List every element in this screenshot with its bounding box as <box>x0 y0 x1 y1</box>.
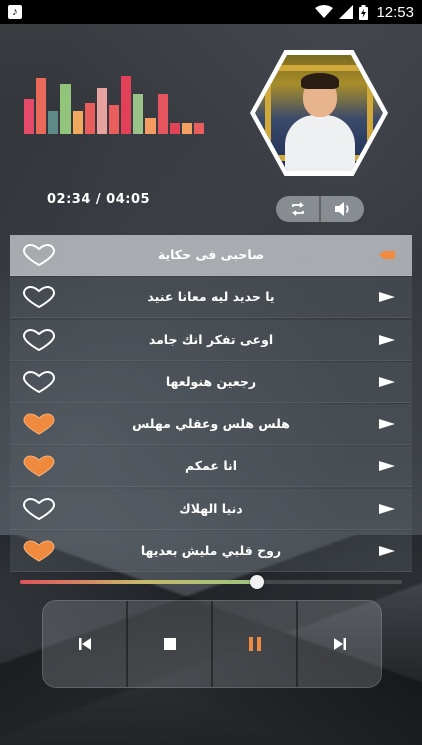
equalizer-visualizer <box>24 74 205 134</box>
equalizer-bar <box>84 103 95 134</box>
seek-thumb[interactable] <box>250 575 264 589</box>
equalizer-bar <box>36 78 47 134</box>
equalizer-bar <box>193 123 205 134</box>
music-note-icon: ♪ <box>8 5 22 19</box>
song-title: اوعى تفكر انك جامد <box>148 331 274 347</box>
song-title: يا حديد ليه معانا عنيد <box>147 289 275 305</box>
play-arrow-icon[interactable] <box>378 418 396 430</box>
song-list: صاحبى فى حكاية يا حديد ليه معانا عنيد اوعى… <box>10 235 412 573</box>
play-arrow-icon[interactable] <box>378 249 396 261</box>
heart-filled-icon[interactable] <box>22 413 56 435</box>
heart-filled-icon[interactable] <box>22 455 56 477</box>
next-button[interactable] <box>298 601 381 687</box>
heart-outline-icon[interactable] <box>22 286 56 309</box>
seek-bar[interactable] <box>20 575 402 589</box>
heart-outline-icon[interactable] <box>22 328 56 351</box>
repeat-icon <box>291 202 304 216</box>
time-display: 02:34 / 04:05 <box>47 192 151 207</box>
play-arrow-icon[interactable] <box>378 376 396 388</box>
previous-button[interactable] <box>43 601 126 687</box>
wifi-icon <box>315 5 334 18</box>
heart-outline-icon[interactable] <box>22 244 56 266</box>
equalizer-bar <box>145 118 156 134</box>
pause-icon <box>248 637 261 651</box>
signal-icon <box>339 5 354 19</box>
heart-filled-icon[interactable] <box>22 540 56 562</box>
previous-icon <box>78 638 91 650</box>
equalizer-bar <box>24 99 35 134</box>
song-title: دنيا الهلاك <box>179 500 243 516</box>
play-arrow-icon[interactable] <box>378 291 396 303</box>
song-row[interactable]: يا حديد ليه معانا عنيد <box>10 277 412 319</box>
player-options <box>276 196 364 222</box>
song-row[interactable]: انا عمكم <box>10 446 412 488</box>
equalizer-bar <box>72 111 83 134</box>
equalizer-bar <box>181 123 192 134</box>
song-row[interactable]: هلس هلس وعقلي مهلس <box>10 404 412 445</box>
equalizer-bar <box>108 105 120 134</box>
play-arrow-icon[interactable] <box>378 503 396 515</box>
heart-outline-icon[interactable] <box>22 497 56 520</box>
song-row[interactable]: اوعى تفكر انك جامد <box>10 319 412 361</box>
equalizer-bar <box>157 94 168 134</box>
song-title: رجعين هنولعها <box>165 373 257 389</box>
equalizer-bar <box>121 76 132 134</box>
equalizer-bar <box>169 123 180 134</box>
stop-icon <box>163 638 176 650</box>
song-title: صاحبى فى حكاية <box>157 247 265 262</box>
volume-button[interactable] <box>321 196 364 222</box>
heart-outline-icon[interactable] <box>22 370 56 393</box>
equalizer-bar <box>133 94 144 134</box>
equalizer-bar <box>48 111 59 134</box>
repeat-button[interactable] <box>276 196 319 222</box>
battery-icon <box>359 4 369 20</box>
pause-button[interactable] <box>213 601 296 687</box>
song-title: روح قلبي مليش بعديها <box>140 542 282 558</box>
play-arrow-icon[interactable] <box>378 460 396 472</box>
volume-icon <box>334 202 349 216</box>
song-title: انا عمكم <box>184 458 237 474</box>
seek-progress <box>20 580 257 584</box>
equalizer-bar <box>60 84 71 134</box>
clock: 12:53 <box>376 3 414 21</box>
next-icon <box>333 638 346 650</box>
song-row[interactable]: روح قلبي مليش بعديها <box>10 530 412 572</box>
stop-button[interactable] <box>128 601 211 687</box>
album-art <box>250 50 388 176</box>
song-row[interactable]: صاحبى فى حكاية <box>10 235 412 276</box>
song-title: هلس هلس وعقلي مهلس <box>132 416 290 431</box>
song-row[interactable]: رجعين هنولعها <box>10 361 412 403</box>
equalizer-bar <box>96 88 107 134</box>
song-row[interactable]: دنيا الهلاك <box>10 488 412 530</box>
play-arrow-icon[interactable] <box>378 334 396 346</box>
play-arrow-icon[interactable] <box>378 545 396 557</box>
transport-controls <box>42 600 382 688</box>
status-bar: ♪ 12:53 <box>0 0 422 24</box>
